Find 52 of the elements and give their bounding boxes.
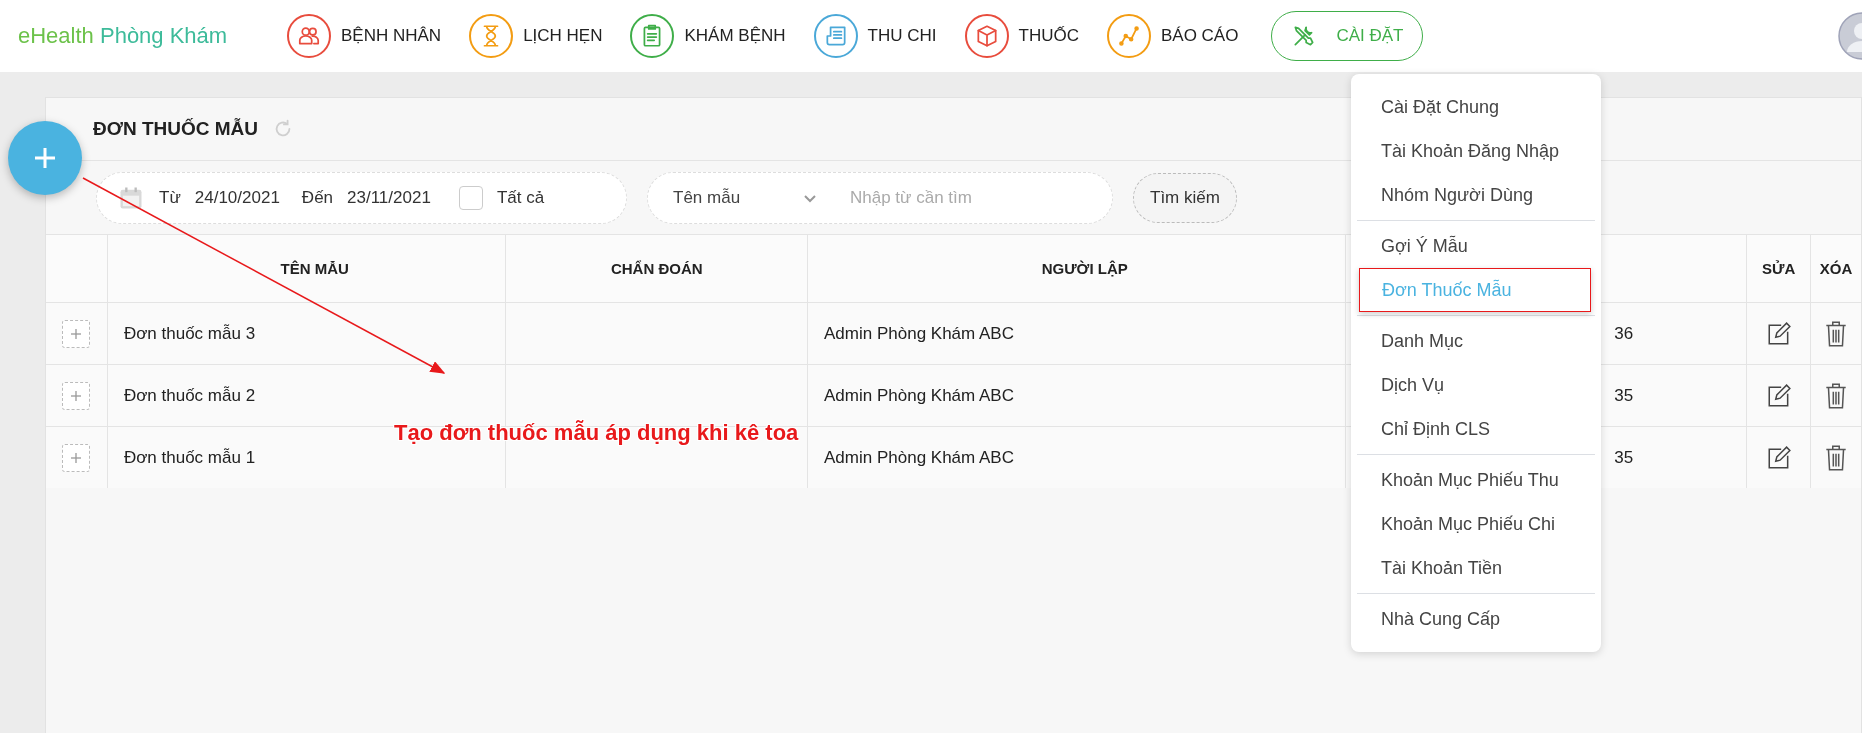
plus-icon — [32, 145, 58, 171]
all-label: Tất cả — [496, 187, 545, 208]
from-label: Từ — [159, 187, 181, 208]
table-cell: Đơn thuốc mẫu 3 — [107, 303, 507, 364]
page-title: ĐƠN THUỐC MẪU — [93, 118, 259, 140]
nav-tab[interactable]: THUỐC — [963, 11, 1080, 61]
menu-item[interactable]: Chỉ Định CLS — [1351, 407, 1601, 451]
table-cell: 36 — [1614, 323, 1634, 344]
trash-icon[interactable] — [1824, 319, 1849, 348]
column-header: CHẨN ĐOÁN — [506, 235, 809, 302]
menu-item[interactable]: Nhà Cung Cấp — [1351, 597, 1601, 641]
all-checkbox[interactable] — [458, 185, 483, 210]
plus-icon — [69, 450, 84, 465]
table-cell: 35 — [1614, 385, 1634, 406]
column-header: XÓA — [1818, 259, 1854, 279]
column-header: NGƯỜI LẬP — [808, 235, 1347, 302]
table-cell: Admin Phòng Khám ABC — [808, 365, 1347, 426]
nav-tab[interactable]: BÁO CÁO — [1105, 11, 1240, 61]
search-button[interactable]: Tìm kiếm — [1133, 172, 1237, 223]
plus-icon — [69, 326, 84, 341]
trash-icon[interactable] — [1824, 443, 1849, 472]
edit-icon[interactable] — [1765, 444, 1792, 471]
trash-icon[interactable] — [1824, 381, 1849, 410]
menu-item[interactable]: Nhóm Người Dùng — [1351, 173, 1601, 217]
menu-item[interactable]: Khoản Mục Phiếu Thu — [1351, 458, 1601, 502]
expand-toggle[interactable] — [62, 381, 91, 410]
menu-item[interactable]: Cài Đặt Chung — [1351, 85, 1601, 129]
menu-item[interactable]: Tài Khoản Đăng Nhập — [1351, 129, 1601, 173]
from-date[interactable]: 24/10/2021 — [194, 187, 280, 208]
to-label: Đến — [301, 187, 334, 208]
nav-tab[interactable]: BỆNH NHÂN — [286, 11, 443, 61]
expand-toggle[interactable] — [62, 443, 91, 472]
expand-toggle[interactable] — [62, 319, 91, 348]
search-field[interactable]: Nhập từ cần tìm — [848, 186, 1092, 209]
edit-icon[interactable] — [1765, 382, 1792, 409]
nav-tab[interactable]: LỊCH HẸN — [468, 11, 604, 61]
nav-tab[interactable]: THU CHI — [812, 11, 938, 61]
column-header: SỬA — [1747, 235, 1812, 302]
table-cell: 35 — [1614, 447, 1634, 468]
plus-icon — [69, 388, 84, 403]
menu-item[interactable]: Gợi Ý Mẫu — [1351, 224, 1601, 268]
table-cell: Admin Phòng Khám ABC — [808, 427, 1347, 488]
edit-icon[interactable] — [1765, 320, 1792, 347]
menu-item[interactable]: Dịch Vụ — [1351, 363, 1601, 407]
menu-item[interactable]: Khoản Mục Phiếu Chi — [1351, 502, 1601, 546]
field-select[interactable]: Tên mẫu — [673, 187, 818, 208]
menu-item[interactable]: Danh Mục — [1351, 319, 1601, 363]
column-header: TÊN MẪU — [107, 235, 507, 302]
table-cell: Admin Phòng Khám ABC — [808, 303, 1347, 364]
nav-tab[interactable]: KHÁM BỆNH — [629, 11, 787, 61]
to-date[interactable]: 23/11/2021 — [347, 187, 431, 208]
menu-item[interactable]: Tài Khoản Tiền — [1351, 546, 1601, 590]
